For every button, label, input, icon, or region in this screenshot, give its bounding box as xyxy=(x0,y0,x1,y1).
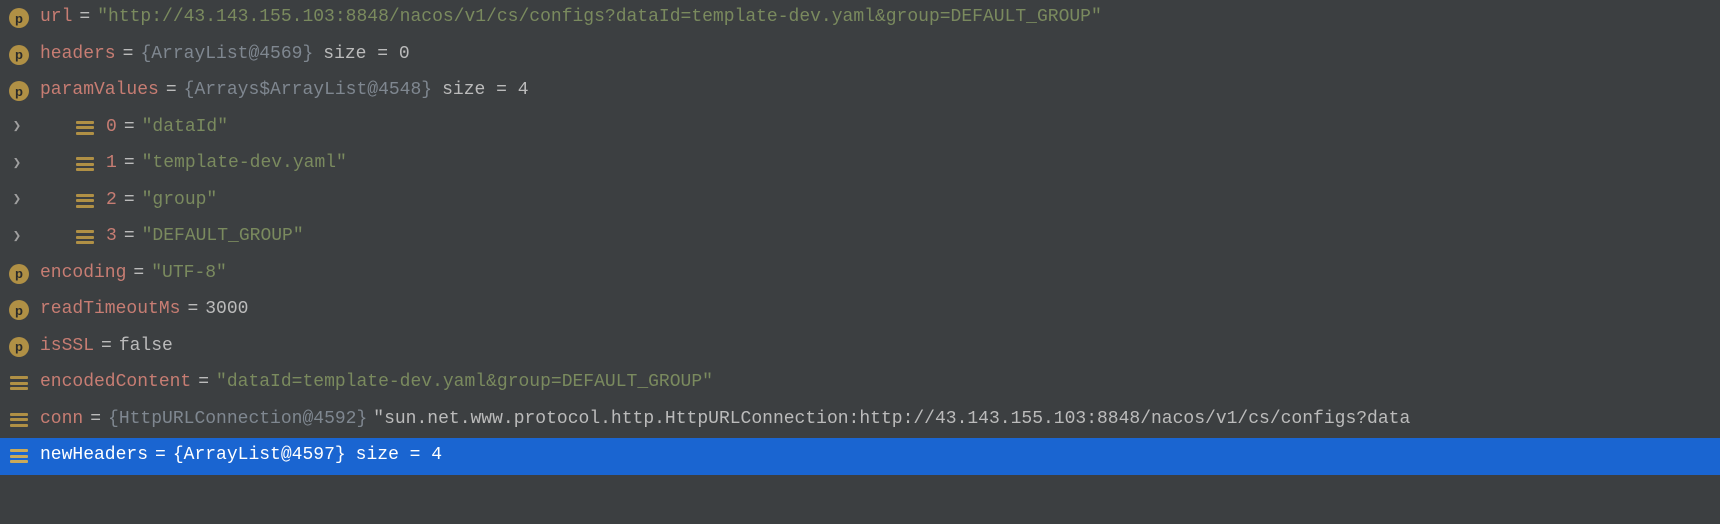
var-row-paramvalues[interactable]: p paramValues = {Arrays$ArrayList@4548} … xyxy=(0,73,1720,110)
var-size: size = 0 xyxy=(323,40,409,70)
var-value: "dataId=template-dev.yaml&group=DEFAULT_… xyxy=(216,368,713,398)
var-value: "http://43.143.155.103:8848/nacos/v1/cs/… xyxy=(97,3,1102,33)
var-value: "dataId" xyxy=(142,113,228,143)
equals-sign: = xyxy=(83,405,108,435)
var-row-newheaders[interactable]: newHeaders = {ArrayList@4597} size = 4 xyxy=(0,438,1720,475)
element-icon xyxy=(8,409,30,431)
var-name: 2 xyxy=(106,186,117,216)
var-name: conn xyxy=(40,405,83,435)
equals-sign: = xyxy=(159,76,184,106)
var-row-headers[interactable]: p headers = {ArrayList@4569} size = 0 xyxy=(0,37,1720,74)
expand-chevron-icon[interactable]: ❯ xyxy=(8,153,26,176)
element-icon xyxy=(74,117,96,139)
var-row-encodedcontent[interactable]: encodedContent = "dataId=template-dev.ya… xyxy=(0,365,1720,402)
equals-sign: = xyxy=(180,295,205,325)
equals-sign: = xyxy=(116,40,141,70)
expand-chevron-icon[interactable]: ❯ xyxy=(8,116,26,139)
var-name: readTimeoutMs xyxy=(40,295,180,325)
element-icon xyxy=(8,372,30,394)
var-value: "UTF-8" xyxy=(151,259,227,289)
var-obj: {ArrayList@4569} xyxy=(140,40,313,70)
var-name: newHeaders xyxy=(40,441,148,471)
equals-sign: = xyxy=(117,113,142,143)
param-icon: p xyxy=(8,299,30,321)
var-size: size = 4 xyxy=(356,441,442,471)
var-row-index-3[interactable]: ❯ 3 = "DEFAULT_GROUP" xyxy=(0,219,1720,256)
param-icon: p xyxy=(8,7,30,29)
var-value: 3000 xyxy=(205,295,248,325)
equals-sign: = xyxy=(117,186,142,216)
var-name: encoding xyxy=(40,259,126,289)
element-icon xyxy=(8,445,30,467)
param-icon: p xyxy=(8,44,30,66)
var-row-readtimeoutms[interactable]: p readTimeoutMs = 3000 xyxy=(0,292,1720,329)
element-icon xyxy=(74,226,96,248)
var-name: 0 xyxy=(106,113,117,143)
var-row-index-2[interactable]: ❯ 2 = "group" xyxy=(0,183,1720,220)
var-obj: {ArrayList@4597} xyxy=(173,441,346,471)
param-icon: p xyxy=(8,336,30,358)
var-name: url xyxy=(40,3,72,33)
param-icon: p xyxy=(8,80,30,102)
var-row-index-0[interactable]: ❯ 0 = "dataId" xyxy=(0,110,1720,147)
var-row-isssl[interactable]: p isSSL = false xyxy=(0,329,1720,366)
var-row-encoding[interactable]: p encoding = "UTF-8" xyxy=(0,256,1720,293)
equals-sign: = xyxy=(126,259,151,289)
var-name: isSSL xyxy=(40,332,94,362)
var-value: "DEFAULT_GROUP" xyxy=(142,222,304,252)
element-icon xyxy=(74,190,96,212)
var-obj: {HttpURLConnection@4592} xyxy=(108,405,367,435)
equals-sign: = xyxy=(72,3,97,33)
equals-sign: = xyxy=(117,222,142,252)
var-row-index-1[interactable]: ❯ 1 = "template-dev.yaml" xyxy=(0,146,1720,183)
param-icon: p xyxy=(8,263,30,285)
var-row-url[interactable]: p url = "http://43.143.155.103:8848/naco… xyxy=(0,0,1720,37)
var-value: "group" xyxy=(142,186,218,216)
var-value: false xyxy=(119,332,173,362)
var-tostring: "sun.net.www.protocol.http.HttpURLConnec… xyxy=(373,405,1410,435)
element-icon xyxy=(74,153,96,175)
equals-sign: = xyxy=(117,149,142,179)
var-obj: {Arrays$ArrayList@4548} xyxy=(184,76,432,106)
equals-sign: = xyxy=(148,441,173,471)
equals-sign: = xyxy=(191,368,216,398)
var-row-conn[interactable]: conn = {HttpURLConnection@4592} "sun.net… xyxy=(0,402,1720,439)
equals-sign: = xyxy=(94,332,119,362)
var-name: 1 xyxy=(106,149,117,179)
var-name: encodedContent xyxy=(40,368,191,398)
expand-chevron-icon[interactable]: ❯ xyxy=(8,226,26,249)
expand-chevron-icon[interactable]: ❯ xyxy=(8,189,26,212)
var-name: 3 xyxy=(106,222,117,252)
var-value: "template-dev.yaml" xyxy=(142,149,347,179)
var-name: headers xyxy=(40,40,116,70)
var-name: paramValues xyxy=(40,76,159,106)
var-size: size = 4 xyxy=(442,76,528,106)
